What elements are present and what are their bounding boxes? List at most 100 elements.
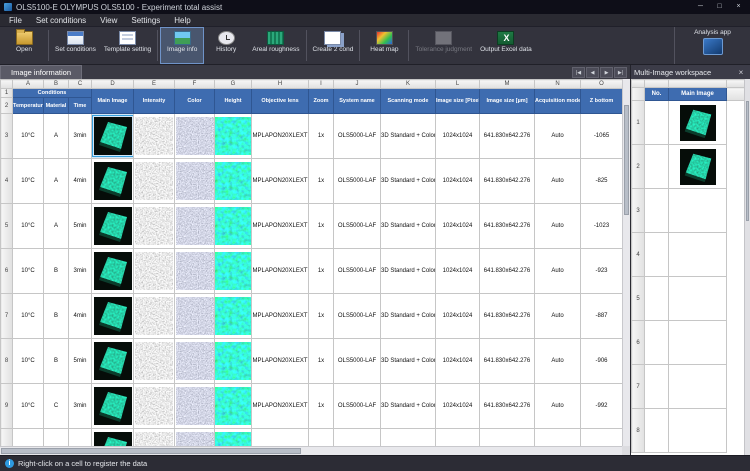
cell-acquisition-mode[interactable]: Auto: [535, 159, 581, 204]
workspace-cell-no[interactable]: [645, 233, 669, 277]
cell-material[interactable]: B: [44, 294, 69, 339]
cell-image-size-pixels[interactable]: 1024x1024: [436, 249, 480, 294]
cell-image-size-um[interactable]: 641.830x642.276: [480, 159, 535, 204]
cell-image-size-um[interactable]: 641.830x642.276: [480, 429, 535, 447]
cell-system-name[interactable]: OLS5000-LAF: [334, 249, 381, 294]
column-letter-E[interactable]: E: [134, 80, 175, 89]
cell-zoom[interactable]: 1x: [309, 204, 334, 249]
cell-z-bottom[interactable]: -1065: [581, 114, 623, 159]
cell-acquisition-mode[interactable]: Auto: [535, 114, 581, 159]
color-thumbnail[interactable]: [176, 162, 214, 200]
menu-file[interactable]: File: [2, 14, 29, 27]
cell-objective-lens[interactable]: MPLAPON20XLEXT: [252, 114, 309, 159]
cell-main-image[interactable]: [92, 294, 134, 339]
cell-temperature[interactable]: 10°C: [13, 249, 44, 294]
main-image-thumbnail[interactable]: [94, 297, 132, 335]
cell-time[interactable]: 3min: [69, 114, 92, 159]
menu-help[interactable]: Help: [167, 14, 197, 27]
cell-temperature[interactable]: 10°C: [13, 204, 44, 249]
analysis-app-icon[interactable]: [703, 38, 723, 55]
cell-time[interactable]: 5min: [69, 339, 92, 384]
cell-zoom[interactable]: 1x: [309, 294, 334, 339]
cell-height[interactable]: [215, 384, 252, 429]
cell-material[interactable]: A: [44, 114, 69, 159]
cell-material[interactable]: A: [44, 204, 69, 249]
cell-z-bottom[interactable]: -887: [581, 294, 623, 339]
workspace-cell-main-image[interactable]: [669, 233, 727, 277]
menu-set-conditions[interactable]: Set conditions: [29, 14, 93, 27]
workspace-cell-main-image[interactable]: [669, 365, 727, 409]
height-thumbnail[interactable]: [215, 432, 252, 446]
cell-intensity[interactable]: [134, 204, 175, 249]
toolbar-button-open[interactable]: Open: [2, 27, 46, 64]
cell-image-size-pixels[interactable]: 1024x1024: [436, 159, 480, 204]
cell-scanning-mode[interactable]: 3D Standard + Color: [381, 384, 436, 429]
height-thumbnail[interactable]: [215, 252, 252, 290]
intensity-thumbnail[interactable]: [135, 432, 173, 446]
intensity-thumbnail[interactable]: [135, 387, 173, 425]
workspace-cell-no[interactable]: [645, 365, 669, 409]
column-letter-M[interactable]: M: [480, 80, 535, 89]
column-letter-C[interactable]: C: [69, 80, 92, 89]
column-letter-A[interactable]: A: [13, 80, 44, 89]
main-image-thumbnail[interactable]: [94, 342, 132, 380]
cell-scanning-mode[interactable]: 3D Standard + Color: [381, 204, 436, 249]
workspace-close-button[interactable]: ×: [735, 68, 747, 77]
cell-time[interactable]: 3min: [69, 384, 92, 429]
main-image-thumbnail[interactable]: [94, 207, 132, 245]
cell-intensity[interactable]: [134, 249, 175, 294]
cell-color[interactable]: [175, 339, 215, 384]
cell-objective-lens[interactable]: MPLAPON20XLEXT: [252, 384, 309, 429]
cell-objective-lens[interactable]: MPLAPON20XLEXT: [252, 294, 309, 339]
workspace-cell-main-image[interactable]: [669, 189, 727, 233]
color-thumbnail[interactable]: [176, 342, 214, 380]
color-thumbnail[interactable]: [176, 297, 214, 335]
color-thumbnail[interactable]: [176, 117, 214, 155]
cell-system-name[interactable]: OLS5000-LAF: [334, 384, 381, 429]
cell-material[interactable]: C: [44, 429, 69, 447]
cell-image-size-pixels[interactable]: 1024x1024: [436, 204, 480, 249]
column-letter-H[interactable]: H: [252, 80, 309, 89]
cell-scanning-mode[interactable]: 3D Standard + Color: [381, 429, 436, 447]
minimize-button[interactable]: ─: [693, 0, 708, 14]
cell-system-name[interactable]: OLS5000-LAF: [334, 204, 381, 249]
cell-zoom[interactable]: 1x: [309, 429, 334, 447]
cell-image-size-um[interactable]: 641.830x642.276: [480, 339, 535, 384]
menu-view[interactable]: View: [93, 14, 124, 27]
cell-scanning-mode[interactable]: 3D Standard + Color: [381, 294, 436, 339]
workspace-scrollbar[interactable]: [744, 79, 750, 455]
cell-scanning-mode[interactable]: 3D Standard + Color: [381, 159, 436, 204]
cell-main-image[interactable]: [92, 204, 134, 249]
column-letter-I[interactable]: I: [309, 80, 334, 89]
cell-main-image[interactable]: [92, 429, 134, 447]
column-letter-N[interactable]: N: [535, 80, 581, 89]
cell-color[interactable]: [175, 384, 215, 429]
cell-z-bottom[interactable]: -1023: [581, 204, 623, 249]
cell-image-size-um[interactable]: 641.830x642.276: [480, 114, 535, 159]
color-thumbnail[interactable]: [176, 252, 214, 290]
cell-intensity[interactable]: [134, 429, 175, 447]
workspace-cell-no[interactable]: [645, 321, 669, 365]
workspace-cell-main-image[interactable]: [669, 409, 727, 453]
cell-intensity[interactable]: [134, 384, 175, 429]
height-thumbnail[interactable]: [215, 207, 252, 245]
cell-objective-lens[interactable]: MPLAPON20XLEXT: [252, 339, 309, 384]
workspace-cell-main-image[interactable]: [669, 101, 727, 145]
cell-color[interactable]: [175, 429, 215, 447]
cell-temperature[interactable]: 10°C: [13, 429, 44, 447]
cell-color[interactable]: [175, 204, 215, 249]
cell-color[interactable]: [175, 249, 215, 294]
toolbar-button-image-info[interactable]: Image info: [160, 27, 204, 64]
vertical-scrollbar[interactable]: [622, 79, 630, 446]
cell-acquisition-mode[interactable]: Auto: [535, 204, 581, 249]
workspace-cell-main-image[interactable]: [669, 321, 727, 365]
workspace-cell-main-image[interactable]: [669, 145, 727, 189]
vertical-scrollbar-thumb[interactable]: [624, 105, 629, 215]
cell-height[interactable]: [215, 429, 252, 447]
cell-image-size-pixels[interactable]: 1024x1024: [436, 429, 480, 447]
workspace-cell-no[interactable]: [645, 145, 669, 189]
column-letter-F[interactable]: F: [175, 80, 215, 89]
first-record-button[interactable]: |◀: [572, 67, 585, 78]
cell-intensity[interactable]: [134, 114, 175, 159]
cell-height[interactable]: [215, 294, 252, 339]
